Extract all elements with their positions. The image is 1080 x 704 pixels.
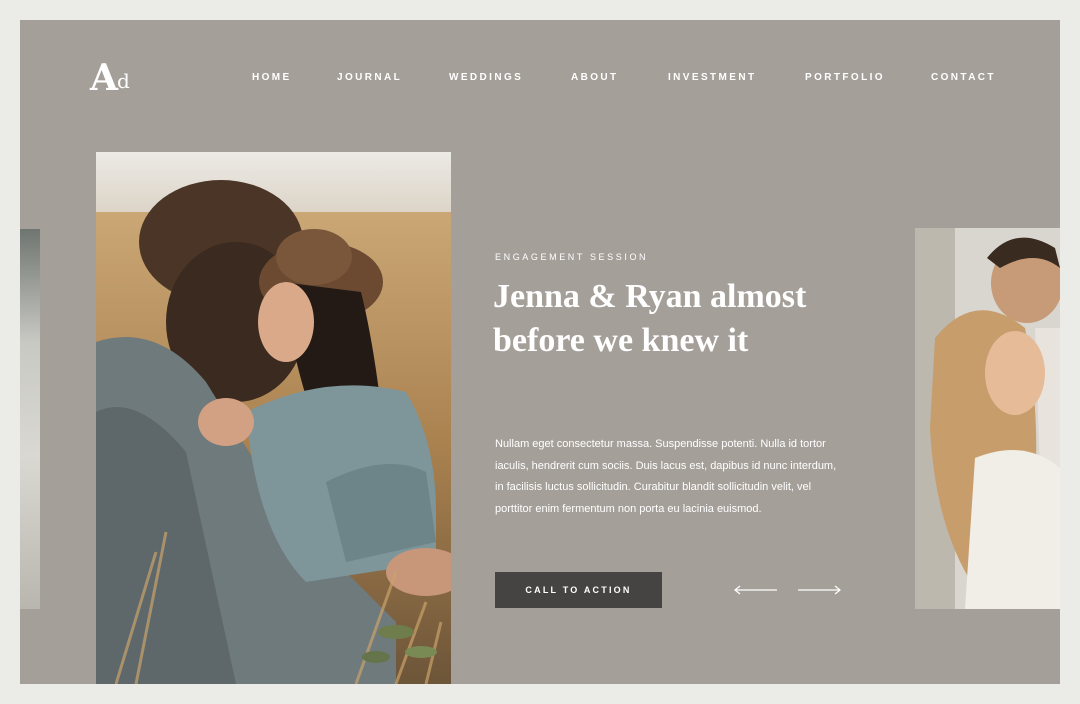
hero-headline-line1: Jenna & Ryan almost [493,278,807,315]
hero-body-line3: in facilisis luctus sollicitudin. Curabi… [495,481,812,493]
arrow-right-icon [798,585,841,595]
hero-headline-line2: before we knew it [493,322,749,359]
nav-investment[interactable]: INVESTMENT [668,72,756,84]
site-frame: A d HOME JOURNAL WEDDINGS ABOUT INVESTME… [20,20,1060,684]
nav-weddings[interactable]: WEDDINGS [449,72,523,84]
carousel-prev-photo[interactable] [20,229,40,609]
next-photo-illustration [915,228,1060,609]
hero-eyebrow: ENGAGEMENT SESSION [495,252,649,262]
hero-body-line4: porttitor enim fermentum non porta eu la… [495,502,762,515]
nav-portfolio[interactable]: PORTFOLIO [805,72,885,84]
hero-headline: Jenna & Ryan almost before we knew it [493,275,833,363]
main-nav: HOME JOURNAL WEDDINGS ABOUT INVESTMENT P… [20,72,1060,88]
hero-body-line1: Nullam eget consectetur massa. Suspendis… [495,438,826,450]
hero-photo-couple [96,152,451,684]
nav-contact[interactable]: CONTACT [931,72,996,84]
nav-journal[interactable]: JOURNAL [337,72,402,84]
arrow-left-icon [734,585,777,595]
call-to-action-button[interactable]: CALL TO ACTION [495,572,662,608]
nav-about[interactable]: ABOUT [571,72,619,84]
hero-body: Nullam eget consectetur massa. Suspendis… [495,434,845,520]
carousel-prev-button[interactable] [733,582,779,598]
hero-body-line2: iaculis, hendrerit cum sociis. Duis lacu… [495,459,837,472]
carousel-next-photo[interactable] [915,228,1060,609]
hero-photo-illustration [96,152,451,684]
nav-home[interactable]: HOME [252,72,292,84]
carousel-next-button[interactable] [796,582,842,598]
